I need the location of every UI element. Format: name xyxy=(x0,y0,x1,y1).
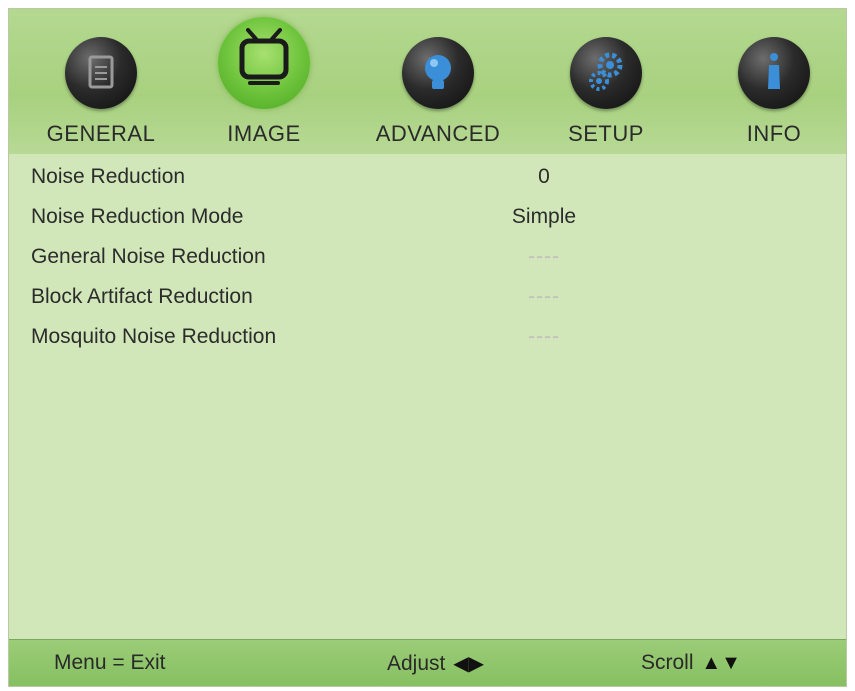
tab-label: SETUP xyxy=(568,121,644,146)
tab-advanced[interactable]: ADVANCED xyxy=(373,9,503,154)
document-icon xyxy=(65,37,137,109)
tab-label: GENERAL xyxy=(46,121,156,146)
tab-label: ADVANCED xyxy=(375,121,501,146)
noise-reduction-row[interactable]: Noise Reduction 0 xyxy=(9,159,846,199)
adjust-hint-label: Adjust xyxy=(387,652,446,675)
scroll-hint: Scroll ▲▼ xyxy=(641,651,741,675)
tab-label: INFO xyxy=(746,121,802,146)
tab-bar: GENERAL IMAGE ADVANCED SETUP INFO xyxy=(9,9,846,154)
left-right-arrows-icon: ◀▶ xyxy=(453,653,484,675)
lightbulb-icon xyxy=(402,37,474,109)
tv-icon xyxy=(218,17,310,109)
block-artifact-reduction-row: Block Artifact Reduction ---- xyxy=(9,279,846,319)
up-down-arrows-icon: ▲▼ xyxy=(701,652,741,674)
row-value: ---- xyxy=(528,285,560,308)
gears-icon xyxy=(570,37,642,109)
mosquito-noise-reduction-row: Mosquito Noise Reduction ---- xyxy=(9,319,846,359)
row-value: ---- xyxy=(528,245,560,268)
row-value: ---- xyxy=(528,325,560,348)
settings-list: Noise Reduction 0 Noise Reduction Mode S… xyxy=(9,159,846,359)
row-label: Block Artifact Reduction xyxy=(31,285,253,308)
row-label: Mosquito Noise Reduction xyxy=(31,325,277,348)
row-label: Noise Reduction Mode xyxy=(31,205,244,228)
tab-image[interactable]: IMAGE xyxy=(199,9,329,154)
osd-menu: GENERAL IMAGE ADVANCED SETUP INFO Noise … xyxy=(8,8,847,687)
tab-setup[interactable]: SETUP xyxy=(541,9,671,154)
tab-label: IMAGE xyxy=(227,121,301,146)
info-icon xyxy=(738,37,810,109)
row-label: General Noise Reduction xyxy=(31,245,266,268)
general-noise-reduction-row: General Noise Reduction ---- xyxy=(9,239,846,279)
row-value[interactable]: Simple xyxy=(449,205,639,229)
noise-reduction-mode-row[interactable]: Noise Reduction Mode Simple xyxy=(9,199,846,239)
adjust-hint: Adjust ◀▶ xyxy=(387,651,484,676)
row-value[interactable]: 0 xyxy=(449,165,639,189)
tab-general[interactable]: GENERAL xyxy=(36,9,166,154)
row-label: Noise Reduction xyxy=(31,165,186,188)
tab-info[interactable]: INFO xyxy=(709,9,839,154)
menu-exit-hint: Menu = Exit xyxy=(54,651,166,674)
footer-hint-bar: Menu = Exit Adjust ◀▶ Scroll ▲▼ xyxy=(9,639,846,686)
scroll-hint-label: Scroll xyxy=(641,651,694,674)
